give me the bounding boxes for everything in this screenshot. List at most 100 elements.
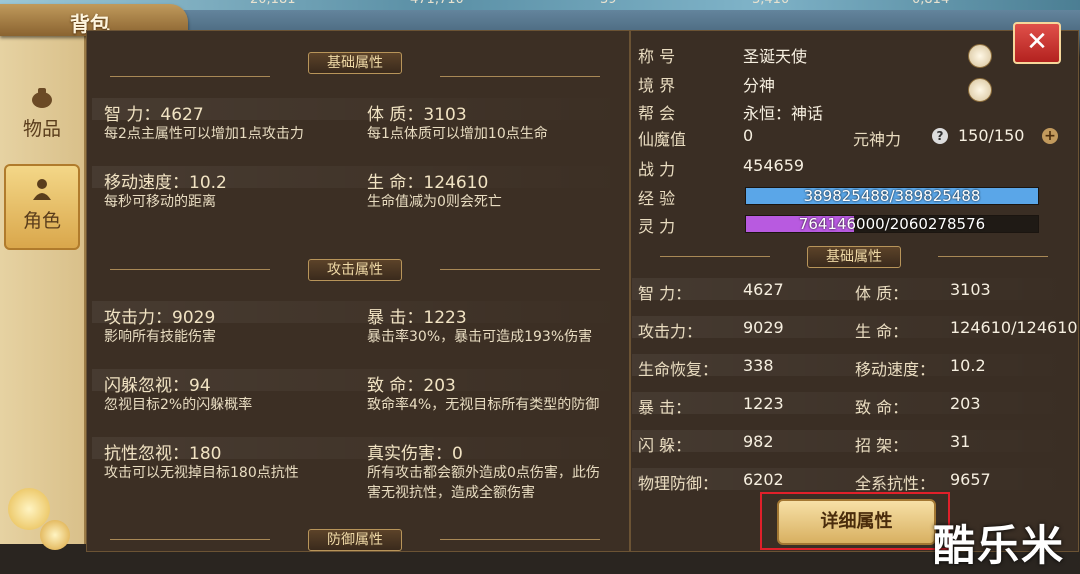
tab-items[interactable]: 物品 bbox=[4, 72, 80, 158]
stat-constitution: 体 质：3103 bbox=[367, 105, 467, 125]
summary-label: 生命恢复： bbox=[638, 360, 719, 379]
summary-label: 全系抗性： bbox=[855, 474, 936, 493]
profile-label-guild: 帮 会 bbox=[638, 104, 676, 123]
soul-power-label: 元神力 bbox=[853, 130, 902, 149]
spirit-bar-text: 764146000/2060278576 bbox=[798, 215, 986, 233]
row-highlight bbox=[632, 430, 1076, 452]
stat-crit-desc: 暴击率30%，暴击可造成193%伤害 bbox=[367, 329, 593, 345]
summary-value: 203 bbox=[950, 394, 981, 413]
resource-1: 20,181 bbox=[250, 0, 296, 8]
section-title-defense-text: 防御属性 bbox=[308, 529, 402, 551]
profile-value-realm: 分神 bbox=[743, 76, 776, 95]
profile-value-title: 圣诞天使 bbox=[743, 47, 808, 66]
summary-label: 物理防御： bbox=[638, 474, 719, 493]
stat-move-speed-desc: 每秒可移动的距离 bbox=[104, 194, 216, 210]
section-title-attack-text: 攻击属性 bbox=[308, 259, 402, 281]
summary-value: 3103 bbox=[950, 280, 991, 299]
profile-label-realm: 境 界 bbox=[638, 76, 676, 95]
stat-constitution-desc: 每1点体质可以增加10点生命 bbox=[367, 126, 548, 142]
tab-items-label: 物品 bbox=[22, 118, 61, 140]
stat-intellect-desc: 每2点主属性可以增加1点攻击力 bbox=[104, 126, 304, 142]
summary-value: 9657 bbox=[950, 470, 991, 489]
tab-character-label: 角色 bbox=[22, 210, 61, 232]
character-icon bbox=[33, 179, 51, 200]
stat-resist-ignore: 抗性忽视：180 bbox=[104, 444, 222, 464]
close-icon: ✕ bbox=[1026, 27, 1048, 57]
tab-character[interactable]: 角色 bbox=[4, 164, 80, 250]
profile-value-guild: 永恒：神话 bbox=[743, 104, 824, 123]
summary-label: 暴 击： bbox=[638, 398, 692, 417]
profile-value-power: 454659 bbox=[743, 156, 805, 175]
section-title-basic-text: 基础属性 bbox=[308, 52, 402, 74]
stat-lethal-desc: 致命率4%，无视目标所有类型的防御 bbox=[367, 397, 600, 413]
stat-attack-desc: 影响所有技能伤害 bbox=[104, 329, 216, 345]
summary-value: 338 bbox=[743, 356, 774, 375]
soul-power-value: 150/150 bbox=[958, 126, 1025, 145]
summary-label: 体 质： bbox=[855, 284, 909, 303]
summary-value: 1223 bbox=[743, 394, 784, 413]
summary-label: 生 命： bbox=[855, 322, 909, 341]
spirit-label: 灵 力 bbox=[638, 217, 676, 236]
stat-crit: 暴 击：1223 bbox=[367, 308, 467, 328]
resource-2: 471,710 bbox=[410, 0, 464, 8]
section-title-attack: 攻击属性 bbox=[270, 259, 440, 281]
profile-label-title: 称 号 bbox=[638, 47, 676, 66]
detail-attributes-button[interactable]: 详细属性 bbox=[777, 499, 936, 545]
stat-true-damage: 真实伤害：0 bbox=[367, 444, 463, 464]
summary-value: 982 bbox=[743, 432, 774, 451]
summary-value: 9029 bbox=[743, 318, 784, 337]
stat-true-damage-desc: 所有攻击都会额外造成0点伤害，此伤害无视抗性，造成全额伤害 bbox=[367, 465, 600, 501]
stat-intellect: 智 力：4627 bbox=[104, 105, 204, 125]
exp-bar-text: 389825488/389825488 bbox=[803, 187, 981, 205]
close-button[interactable]: ✕ bbox=[1013, 22, 1061, 64]
bag-icon bbox=[32, 88, 52, 108]
sidebar: 物品 角色 bbox=[0, 30, 87, 544]
resource-3: 39 bbox=[600, 0, 617, 8]
summary-label: 招 架： bbox=[855, 436, 909, 455]
divider-ornament bbox=[110, 269, 270, 270]
summary-value: 124610/124610 bbox=[950, 318, 1078, 337]
spirit-bar: 764146000/2060278576 bbox=[745, 215, 1039, 233]
help-icon[interactable]: ? bbox=[932, 128, 948, 144]
stat-lethal: 致 命：203 bbox=[367, 376, 456, 396]
exp-label: 经 验 bbox=[638, 189, 676, 208]
summary-label: 移动速度： bbox=[855, 360, 936, 379]
summary-label: 智 力： bbox=[638, 284, 692, 303]
profile-label-power: 战 力 bbox=[638, 160, 676, 179]
stat-dodge-ignore: 闪躲忽视：94 bbox=[104, 376, 211, 396]
add-soul-power-icon[interactable]: + bbox=[1042, 128, 1058, 144]
stat-move-speed: 移动速度：10.2 bbox=[104, 173, 227, 193]
summary-value: 31 bbox=[950, 432, 971, 451]
divider-ornament bbox=[440, 76, 600, 77]
summary-value: 6202 bbox=[743, 470, 784, 489]
section-title-basic: 基础属性 bbox=[270, 52, 440, 74]
divider-ornament bbox=[110, 539, 270, 540]
summary-value: 4627 bbox=[743, 280, 784, 299]
summary-value: 10.2 bbox=[950, 356, 986, 375]
summary-label: 闪 躲： bbox=[638, 436, 692, 455]
edit-realm-icon[interactable] bbox=[968, 78, 992, 102]
resource-5: 0,814 bbox=[912, 0, 949, 8]
summary-label: 致 命： bbox=[855, 398, 909, 417]
stat-hp: 生 命：124610 bbox=[367, 173, 489, 193]
edit-title-icon[interactable] bbox=[968, 44, 992, 68]
row-highlight bbox=[632, 278, 1076, 300]
row-highlight bbox=[632, 392, 1076, 414]
divider-ornament bbox=[938, 256, 1048, 257]
section-title-summary: 基础属性 bbox=[770, 246, 938, 268]
stat-resist-ignore-desc: 攻击可以无视掉目标180点抗性 bbox=[104, 465, 299, 481]
stat-attack: 攻击力：9029 bbox=[104, 308, 216, 328]
divider-ornament bbox=[440, 269, 600, 270]
stat-dodge-ignore-desc: 忽视目标2%的闪躲概率 bbox=[104, 397, 253, 413]
flower-decoration bbox=[40, 520, 70, 550]
exp-bar: 389825488/389825488 bbox=[745, 187, 1039, 205]
summary-label: 攻击力： bbox=[638, 322, 703, 341]
watermark: 酷乐米 bbox=[933, 521, 1066, 570]
profile-value-immortal-demon: 0 bbox=[743, 126, 754, 145]
divider-ornament bbox=[110, 76, 270, 77]
divider-ornament bbox=[660, 256, 770, 257]
stat-hp-desc: 生命值减为0则会死亡 bbox=[367, 194, 502, 210]
resource-4: 3,410 bbox=[752, 0, 789, 8]
section-title-defense: 防御属性 bbox=[270, 529, 440, 551]
profile-label-immortal-demon: 仙魔值 bbox=[638, 130, 687, 149]
